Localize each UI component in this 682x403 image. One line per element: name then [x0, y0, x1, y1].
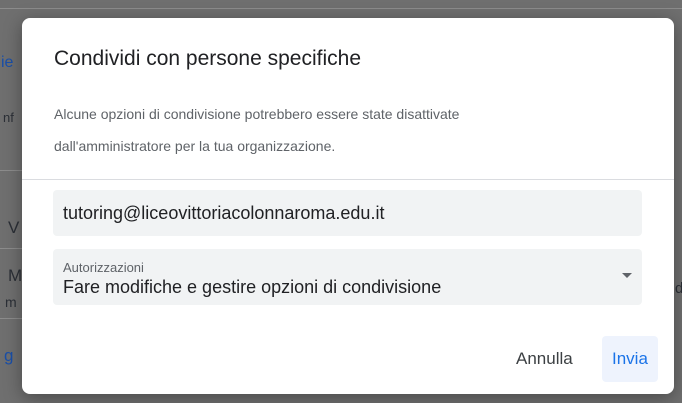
- background-text-fragment: d: [675, 280, 682, 297]
- background-divider: [0, 8, 682, 9]
- cancel-button[interactable]: Annulla: [506, 336, 583, 382]
- caret-down-icon: [622, 273, 632, 278]
- dialog-description-line: Alcune opzioni di condivisione potrebber…: [54, 106, 460, 122]
- share-dialog: Condividi con persone specifiche Alcune …: [22, 18, 674, 394]
- permissions-label: Autorizzazioni: [63, 260, 144, 275]
- background-text-fragment: nf: [3, 110, 14, 125]
- email-input[interactable]: [53, 190, 642, 236]
- background-text-fragment: ie: [1, 54, 14, 71]
- dialog-divider: [22, 179, 674, 180]
- background-text-fragment: g: [4, 346, 14, 365]
- send-button[interactable]: Invia: [602, 336, 658, 382]
- dialog-title: Condividi con persone specifiche: [54, 47, 362, 70]
- background-text-fragment: m: [5, 294, 17, 310]
- background-text-fragment: V: [8, 218, 20, 237]
- permissions-dropdown[interactable]: Autorizzazioni Fare modifiche e gestire …: [53, 249, 642, 305]
- dialog-description: Alcune opzioni di condivisione potrebber…: [54, 98, 614, 162]
- background-text-fragment: M: [8, 266, 23, 285]
- permissions-value: Fare modifiche e gestire opzioni di cond…: [63, 277, 442, 297]
- dialog-description-line: dall'amministratore per la tua organizza…: [54, 138, 336, 154]
